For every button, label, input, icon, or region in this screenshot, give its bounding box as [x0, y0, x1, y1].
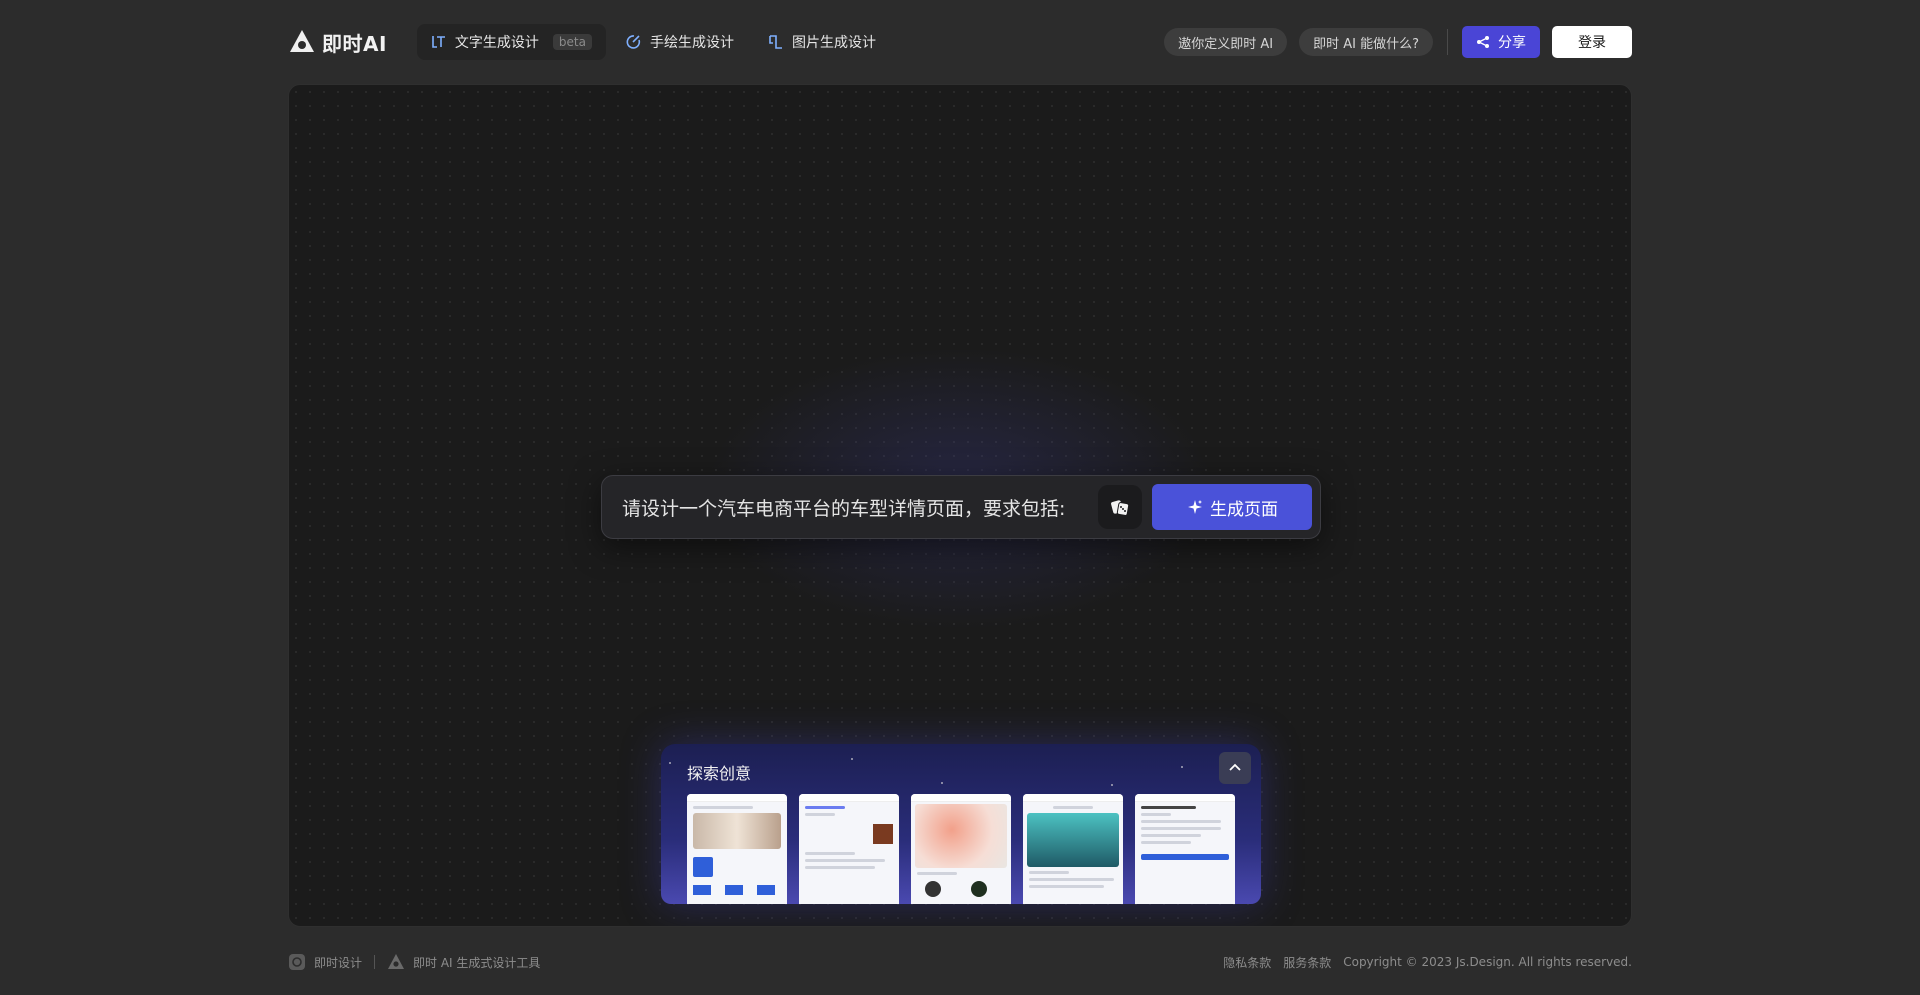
- tab-image-to-design[interactable]: 图片生成设计: [754, 24, 890, 60]
- explore-thumbnail[interactable]: [799, 794, 899, 904]
- customize-pill[interactable]: 遨你定义即时 AI: [1164, 28, 1288, 56]
- chevron-up-icon: [1229, 763, 1241, 771]
- share-label: 分享: [1498, 35, 1526, 51]
- tab-label: 图片生成设计: [791, 35, 876, 51]
- logo-text: 即时AI: [322, 31, 387, 56]
- explore-title: 探索创意: [687, 764, 752, 783]
- mode-tabs: 文字生成设计 beta 手绘生成设计 图片生成设计: [416, 24, 890, 60]
- footer-right: 隐私条款 服务条款 Copyright © 2023 Js.Design. Al…: [1223, 954, 1632, 971]
- logo[interactable]: 即时AI: [288, 28, 387, 57]
- decor-star: [669, 762, 671, 764]
- decor-star: [1111, 784, 1113, 786]
- share-button[interactable]: 分享: [1462, 26, 1540, 58]
- explore-thumbnail[interactable]: [687, 794, 787, 904]
- random-prompt-button[interactable]: [1098, 485, 1142, 529]
- js-design-icon: [289, 954, 305, 970]
- login-button[interactable]: 登录: [1552, 26, 1632, 58]
- dice-icon: [1111, 500, 1130, 516]
- footer-brand-link[interactable]: 即时设计: [314, 954, 362, 971]
- generate-label: 生成页面: [1210, 499, 1278, 520]
- header-actions: 遨你定义即时 AI 即时 AI 能做什么? 分享 登录: [1164, 26, 1632, 58]
- explore-thumbnails: [687, 794, 1235, 904]
- prompt-input[interactable]: [622, 496, 1088, 518]
- main-canvas: 生成页面 探索创意: [288, 84, 1632, 927]
- divider: [1447, 29, 1448, 55]
- tab-sketch-to-design[interactable]: 手绘生成设计: [612, 24, 748, 60]
- footer: 即时设计 即时 AI 生成式设计工具 隐私条款 服务条款 Copyright ©…: [288, 950, 1632, 974]
- tab-label: 文字生成设计: [454, 35, 539, 51]
- tab-text-to-design[interactable]: 文字生成设计 beta: [416, 24, 606, 60]
- privacy-link[interactable]: 隐私条款: [1223, 954, 1271, 971]
- prompt-bar: 生成页面: [601, 475, 1321, 539]
- share-icon: [1477, 36, 1489, 48]
- explore-panel: 探索创意: [661, 744, 1261, 904]
- beta-badge: beta: [552, 34, 592, 50]
- decor-star: [1181, 766, 1183, 768]
- explore-thumbnail[interactable]: [1135, 794, 1235, 904]
- sketch-icon: [626, 35, 641, 49]
- explore-thumbnail[interactable]: [1023, 794, 1123, 904]
- top-header: 即时AI 文字生成设计 beta 手绘生成设计 图片生成设计 遨你定义即时 AI…: [288, 22, 1632, 62]
- decor-star: [851, 758, 853, 760]
- generate-page-button[interactable]: 生成页面: [1152, 484, 1312, 530]
- logo-icon: [290, 30, 314, 52]
- image-icon: [769, 35, 782, 49]
- footer-divider: [374, 955, 376, 969]
- what-can-do-pill[interactable]: 即时 AI 能做什么?: [1299, 28, 1433, 56]
- collapse-button[interactable]: [1219, 752, 1251, 784]
- terms-link[interactable]: 服务条款: [1283, 954, 1331, 971]
- text-icon: [432, 36, 445, 48]
- copyright: Copyright © 2023 Js.Design. All rights r…: [1343, 955, 1632, 969]
- footer-left: 即时设计 即时 AI 生成式设计工具: [288, 953, 540, 971]
- tab-label: 手绘生成设计: [649, 35, 734, 51]
- footer-tool-link[interactable]: 即时 AI 生成式设计工具: [413, 954, 540, 971]
- logo-icon: [388, 954, 405, 969]
- decor-star: [941, 782, 943, 784]
- explore-thumbnail[interactable]: [911, 794, 1011, 904]
- sparkle-icon: [1188, 500, 1202, 514]
